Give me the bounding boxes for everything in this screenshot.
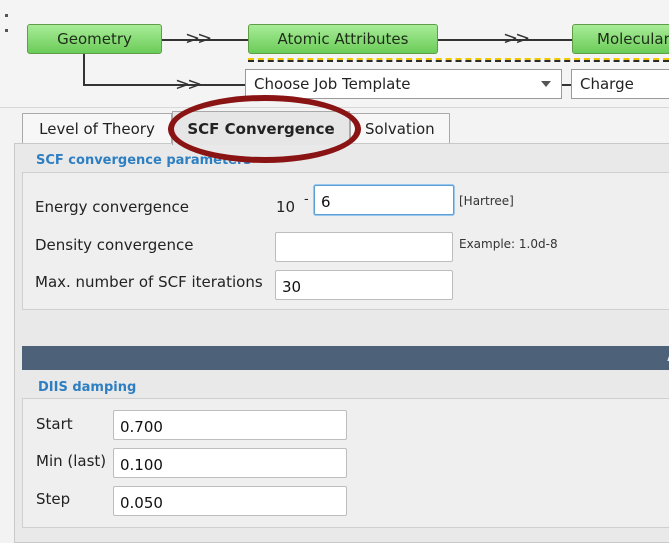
collapse-handle-icon[interactable] [5,14,9,54]
diis-step-label: Step [36,490,71,508]
workflow-node-molecular[interactable]: Molecular [572,24,669,54]
section-banner: A [22,346,669,370]
connector-line [83,54,85,85]
charge-field[interactable]: Charge [571,69,669,99]
energy-convergence-input[interactable]: 6 [314,185,454,215]
workflow-node-geometry[interactable]: Geometry [27,24,162,54]
diis-min-last-label: Min (last) [36,452,107,470]
arrow-right-icon: >> [185,28,212,49]
max-iterations-input[interactable]: 30 [275,270,453,300]
max-iterations-label: Max. number of SCF iterations [35,273,263,291]
workflow-node-atomic-attributes[interactable]: Atomic Attributes [248,24,438,54]
connector-line [83,84,247,86]
energy-unit-label: [Hartree] [459,194,514,208]
workflow-node-label: Geometry [57,30,132,48]
density-convergence-input[interactable] [275,232,453,262]
link-dashed-line [248,58,669,62]
charge-label: Charge [580,75,634,93]
job-template-select[interactable]: Choose Job Template [245,69,562,99]
highlight-ellipse [168,95,361,163]
workflow-node-label: Molecular [597,30,669,48]
tab-label: Solvation [365,119,435,138]
density-convergence-label: Density convergence [35,236,194,254]
density-hint: Example: 1.0d-8 [459,237,558,251]
workflow-node-label: Atomic Attributes [277,30,409,48]
tab-solvation[interactable]: Solvation [350,113,450,143]
diis-step-input[interactable]: 0.050 [113,486,347,516]
energy-exponent-sign: - [304,192,309,207]
energy-convergence-label: Energy convergence [35,198,189,216]
diis-start-label: Start [36,415,73,433]
energy-base: 10 [276,198,296,216]
diis-min-last-input[interactable]: 0.100 [113,448,347,478]
diis-section-title: DIIS damping [38,380,137,395]
tab-label: Level of Theory [39,119,155,138]
chevron-down-icon[interactable] [541,81,551,87]
arrow-right-icon: >> [175,74,202,95]
job-template-value: Choose Job Template [254,75,411,93]
arrow-right-icon: >> [503,28,530,49]
workflow-diagram: Geometry >> Atomic Attributes >> Molecul… [0,0,669,108]
tab-level-of-theory[interactable]: Level of Theory [22,113,172,143]
diis-start-input[interactable]: 0.700 [113,410,347,440]
